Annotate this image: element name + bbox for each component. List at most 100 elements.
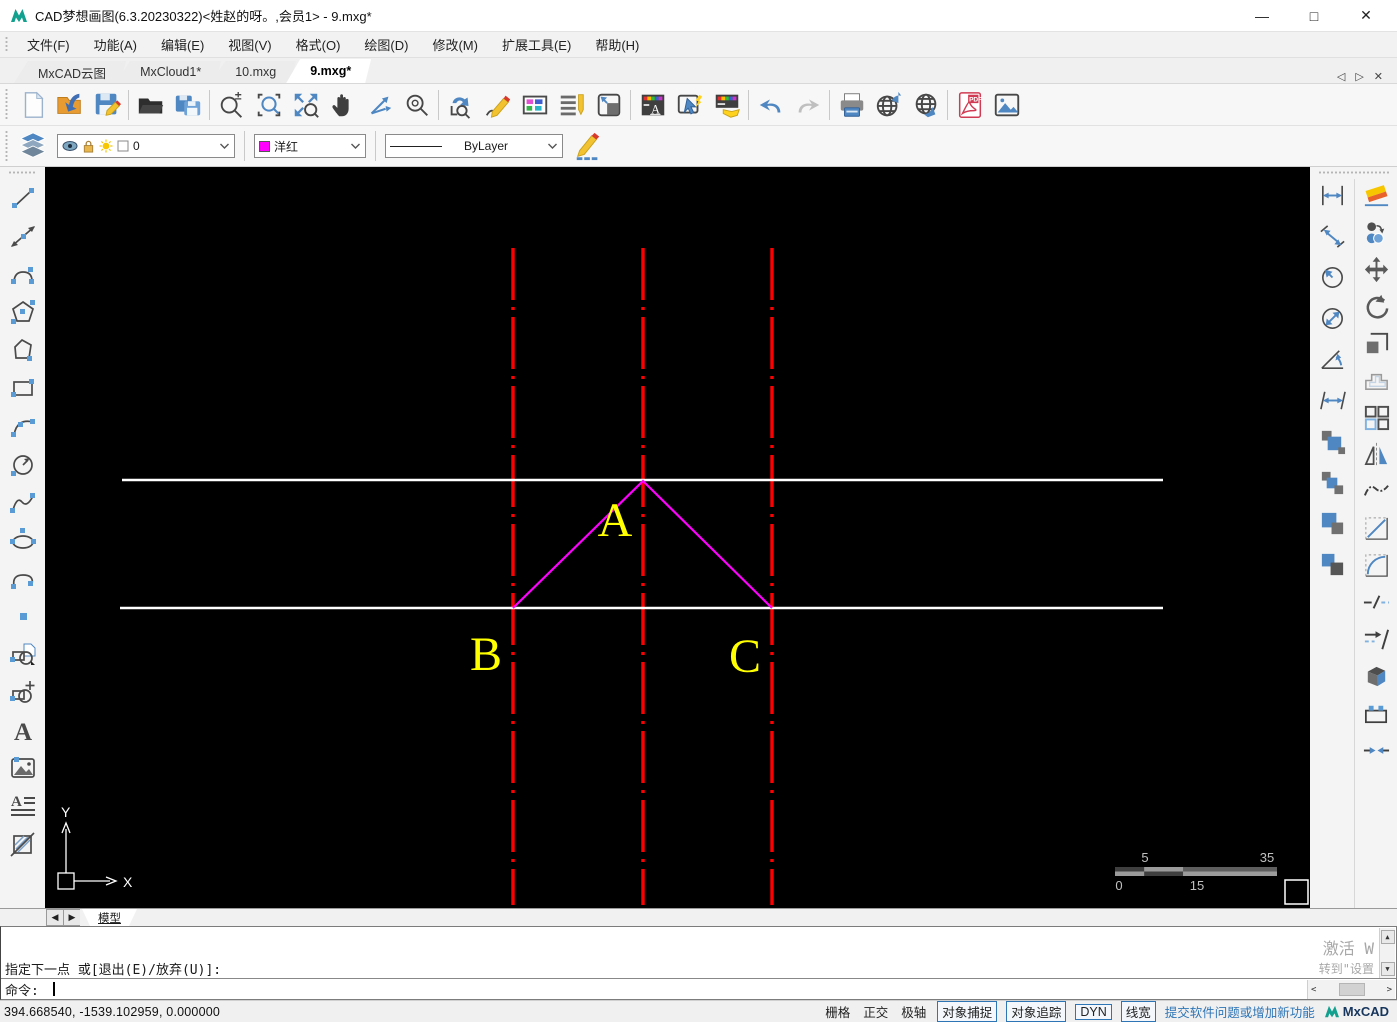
arc-button[interactable]: [3, 407, 43, 445]
join-button[interactable]: [1357, 734, 1395, 766]
text-style-button[interactable]: A: [634, 86, 671, 123]
menu-modify[interactable]: 修改(M): [421, 32, 489, 57]
extend-button[interactable]: [1357, 623, 1395, 655]
spline-button[interactable]: [3, 483, 43, 521]
linetype-select[interactable]: ByLayer: [385, 134, 563, 158]
scroll-thumb[interactable]: [1338, 983, 1365, 996]
scroll-up-arrow[interactable]: ▲: [1380, 930, 1395, 944]
polygon-button[interactable]: [3, 293, 43, 331]
zoom-previous-button[interactable]: [442, 86, 479, 123]
line-button[interactable]: [3, 179, 43, 217]
open-web-button[interactable]: [907, 86, 944, 123]
mirror-button[interactable]: [1357, 438, 1395, 470]
single-text-button[interactable]: A: [3, 711, 43, 749]
scale-button[interactable]: [1357, 327, 1395, 359]
new-file-button[interactable]: [14, 86, 51, 123]
copy-with-base-button[interactable]: [1313, 466, 1351, 498]
menu-help[interactable]: 帮助(H): [584, 32, 650, 57]
menu-draw[interactable]: 绘图(D): [353, 32, 419, 57]
command-input-row[interactable]: 命令: < >: [1, 978, 1396, 999]
layers-button[interactable]: [14, 128, 51, 165]
menu-extensions[interactable]: 扩展工具(E): [491, 32, 582, 57]
fillet-button[interactable]: [1357, 549, 1395, 581]
dim-linear-button[interactable]: [1313, 179, 1351, 211]
command-hscrollbar[interactable]: < >: [1307, 980, 1395, 999]
menu-view[interactable]: 视图(V): [217, 32, 282, 57]
zoom-dynamic-button[interactable]: ±: [213, 86, 250, 123]
construction-line-button[interactable]: [3, 217, 43, 255]
toggle-otrack[interactable]: 对象追踪: [1006, 1001, 1067, 1022]
point-button[interactable]: [3, 597, 43, 635]
menu-file[interactable]: 文件(F): [16, 32, 81, 57]
menu-edit[interactable]: 编辑(E): [150, 32, 215, 57]
offset-button[interactable]: [1357, 364, 1395, 396]
dim-angular-button[interactable]: [1313, 343, 1351, 375]
sketch-pencil-button[interactable]: [479, 86, 516, 123]
tab-9mxg[interactable]: 9.mxg*: [286, 59, 371, 83]
dim-aligned-button[interactable]: [1313, 220, 1351, 252]
tab-close-button[interactable]: ✕: [1374, 70, 1383, 83]
close-button[interactable]: ✕: [1357, 7, 1375, 24]
ellipse-button[interactable]: [3, 521, 43, 559]
rectangle-button[interactable]: [3, 369, 43, 407]
polygon-edge-button[interactable]: [3, 331, 43, 369]
menu-function[interactable]: 功能(A): [83, 32, 148, 57]
rotate-button[interactable]: [1357, 290, 1395, 322]
circle-button[interactable]: [3, 445, 43, 483]
zoom-window-button[interactable]: [250, 86, 287, 123]
color-palette-button[interactable]: [516, 86, 553, 123]
linetype-manager-button[interactable]: [553, 86, 590, 123]
copy-clip-button[interactable]: [1313, 425, 1351, 457]
open-import-button[interactable]: [51, 86, 88, 123]
toggle-grid[interactable]: 栅格: [823, 1001, 852, 1022]
hatch-button[interactable]: [3, 825, 43, 863]
revision-arc-button[interactable]: [3, 559, 43, 597]
copy-button[interactable]: [1357, 216, 1395, 248]
insert-block-button[interactable]: [3, 635, 43, 673]
redo-button[interactable]: [789, 86, 826, 123]
scroll-right-arrow[interactable]: >: [1387, 985, 1392, 995]
toggle-lineweight[interactable]: 线宽: [1120, 1001, 1156, 1022]
save-as-button[interactable]: [169, 86, 206, 123]
paste-clip-button[interactable]: [1313, 507, 1351, 539]
undo-button[interactable]: [752, 86, 789, 123]
toggle-osnap[interactable]: 对象捕捉: [937, 1001, 998, 1022]
edit-curve-button[interactable]: [1357, 475, 1395, 507]
erase-button[interactable]: [1357, 179, 1395, 211]
command-vscrollbar[interactable]: ▲ ▼: [1379, 928, 1395, 978]
menu-format[interactable]: 格式(O): [285, 32, 352, 57]
zoom-center-button[interactable]: [398, 86, 435, 123]
publish-web-button[interactable]: [870, 86, 907, 123]
create-block-button[interactable]: [3, 673, 43, 711]
trim-button[interactable]: [1357, 586, 1395, 618]
dim-distance-button[interactable]: [1313, 384, 1351, 416]
scroll-down-arrow[interactable]: ▼: [1380, 962, 1395, 976]
drawing-canvas[interactable]: A B C Y X 5 35 0 15: [45, 167, 1310, 908]
tab-scroll-right-button[interactable]: ▷: [1355, 70, 1363, 83]
page-setup-button[interactable]: [590, 86, 627, 123]
multiline-text-button[interactable]: A: [3, 787, 43, 825]
ucs-axis-button[interactable]: [361, 86, 398, 123]
stretch-button[interactable]: [1357, 697, 1395, 729]
quick-select-button[interactable]: [671, 86, 708, 123]
dim-diameter-button[interactable]: [1313, 302, 1351, 334]
insert-image-button[interactable]: [988, 86, 1025, 123]
paste-block-button[interactable]: [1313, 548, 1351, 580]
tab-mxcad-cloud[interactable]: MxCAD云图: [14, 61, 126, 83]
maximize-button[interactable]: □: [1305, 8, 1323, 24]
scroll-left-arrow[interactable]: <: [1311, 985, 1316, 995]
toggle-polar[interactable]: 极轴: [899, 1001, 928, 1022]
tab-mxcloud1[interactable]: MxCloud1*: [116, 61, 221, 83]
color-select[interactable]: 洋红: [254, 134, 366, 158]
raster-image-button[interactable]: [3, 749, 43, 787]
layout-prev-button[interactable]: ◀: [46, 909, 63, 926]
array-button[interactable]: [1357, 401, 1395, 433]
print-button[interactable]: [833, 86, 870, 123]
tab-10mxg[interactable]: 10.mxg: [211, 61, 296, 83]
layout-next-button[interactable]: ▶: [63, 909, 80, 926]
feedback-link[interactable]: 提交软件问题或增加新功能: [1165, 1002, 1315, 1021]
save-button[interactable]: [88, 86, 125, 123]
dim-radius-button[interactable]: [1313, 261, 1351, 293]
pan-button[interactable]: [324, 86, 361, 123]
open-folder-button[interactable]: [132, 86, 169, 123]
